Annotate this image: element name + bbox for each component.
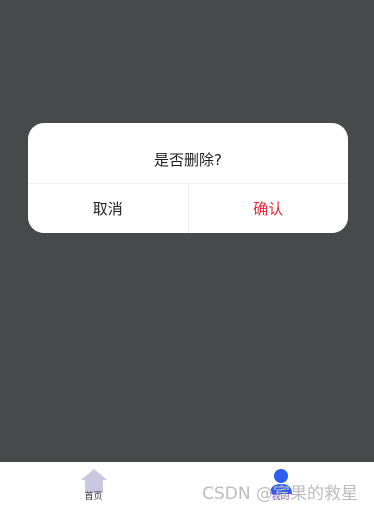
csdn-watermark: CSDN @宾果的救星 xyxy=(202,484,358,504)
home-icon xyxy=(80,469,107,493)
confirm-button[interactable]: 确认 xyxy=(188,184,348,233)
cancel-button[interactable]: 取消 xyxy=(28,184,189,233)
dialog-title: 是否删除? xyxy=(154,150,222,169)
tab-home[interactable]: 首页 xyxy=(0,462,187,510)
dialog-actions: 取消 确认 xyxy=(28,183,348,233)
delete-confirm-dialog: 是否删除? 取消 确认 xyxy=(28,123,348,233)
tab-home-label: 首页 xyxy=(84,492,103,502)
